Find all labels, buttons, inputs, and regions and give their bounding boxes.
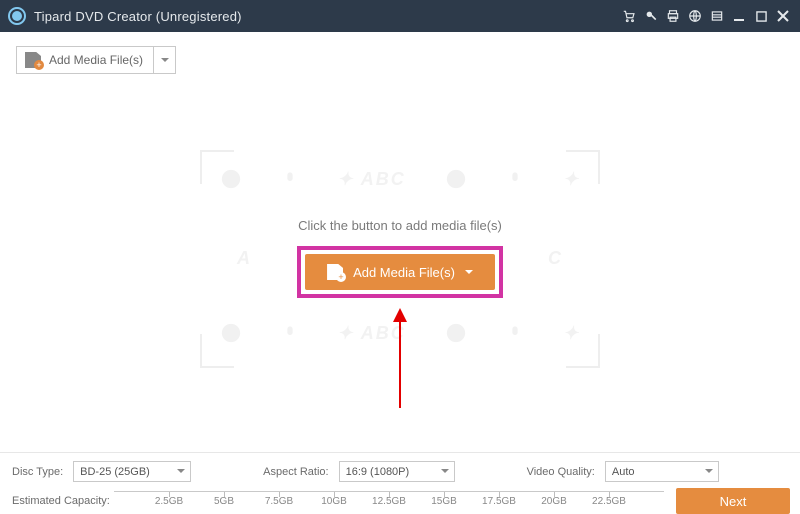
- next-button-label: Next: [720, 494, 747, 509]
- aspect-ratio-select[interactable]: 16:9 (1080P): [339, 461, 455, 482]
- capacity-tick-label: 15GB: [431, 496, 457, 507]
- capacity-tick-label: 12.5GB: [372, 496, 406, 507]
- capacity-tick-label: 22.5GB: [592, 496, 626, 507]
- close-button[interactable]: [772, 0, 794, 32]
- key-icon[interactable]: [640, 0, 662, 32]
- add-media-button-top[interactable]: Add Media File(s): [16, 46, 176, 74]
- chevron-down-icon: [465, 270, 473, 274]
- corner-decoration: [566, 150, 600, 184]
- language-icon[interactable]: [684, 0, 706, 32]
- disc-type-value: BD-25 (25GB): [80, 466, 150, 478]
- capacity-meter: 2.5GB 5GB 7.5GB 10GB 12.5GB 15GB 17.5GB 20GB 22.…: [114, 491, 664, 511]
- capacity-tick-label: 10GB: [321, 496, 347, 507]
- estimated-capacity-label: Estimated Capacity:: [12, 495, 114, 507]
- add-file-icon: [327, 264, 343, 280]
- corner-decoration: [566, 334, 600, 368]
- footer-panel: Disc Type: BD-25 (25GB) Aspect Ratio: 16…: [0, 453, 800, 514]
- video-quality-select[interactable]: Auto: [605, 461, 719, 482]
- print-icon[interactable]: [662, 0, 684, 32]
- corner-decoration: [200, 334, 234, 368]
- window-title: Tipard DVD Creator (Unregistered): [34, 9, 242, 24]
- aspect-ratio-value: 16:9 (1080P): [346, 466, 410, 478]
- capacity-tick-label: 7.5GB: [265, 496, 293, 507]
- chevron-down-icon: [705, 469, 713, 473]
- watermark-row: ✦ ABC ✦: [200, 168, 600, 190]
- annotation-arrow-up-icon: [390, 308, 410, 408]
- maximize-button[interactable]: [750, 0, 772, 32]
- add-media-button-center[interactable]: Add Media File(s): [305, 254, 495, 290]
- add-media-button-center-label: Add Media File(s): [353, 265, 455, 280]
- app-logo-icon: [8, 7, 26, 25]
- chevron-down-icon: [441, 469, 449, 473]
- video-quality-label: Video Quality:: [527, 466, 599, 478]
- cart-icon[interactable]: [618, 0, 640, 32]
- capacity-tick-label: 2.5GB: [155, 496, 183, 507]
- capacity-tick-label: 17.5GB: [482, 496, 516, 507]
- minimize-button[interactable]: [728, 0, 750, 32]
- capacity-tick-label: 5GB: [214, 496, 234, 507]
- aspect-ratio-label: Aspect Ratio:: [263, 466, 332, 478]
- corner-decoration: [200, 150, 234, 184]
- add-file-icon: [25, 52, 41, 68]
- chevron-down-icon: [177, 469, 185, 473]
- menu-icon[interactable]: [706, 0, 728, 32]
- next-button[interactable]: Next: [676, 488, 790, 514]
- add-media-dropdown-top[interactable]: [153, 47, 175, 73]
- titlebar: Tipard DVD Creator (Unregistered): [0, 0, 800, 32]
- disc-type-select[interactable]: BD-25 (25GB): [73, 461, 191, 482]
- disc-type-label: Disc Type:: [12, 466, 67, 478]
- dropzone-instruction: Click the button to add media file(s): [200, 218, 600, 233]
- main-area: Add Media File(s) ✦ ABC ✦ AC ✦ ABC ✦ Cli…: [0, 32, 800, 452]
- add-media-button-top-label: Add Media File(s): [41, 53, 153, 67]
- capacity-tick-label: 20GB: [541, 496, 567, 507]
- video-quality-value: Auto: [612, 466, 635, 478]
